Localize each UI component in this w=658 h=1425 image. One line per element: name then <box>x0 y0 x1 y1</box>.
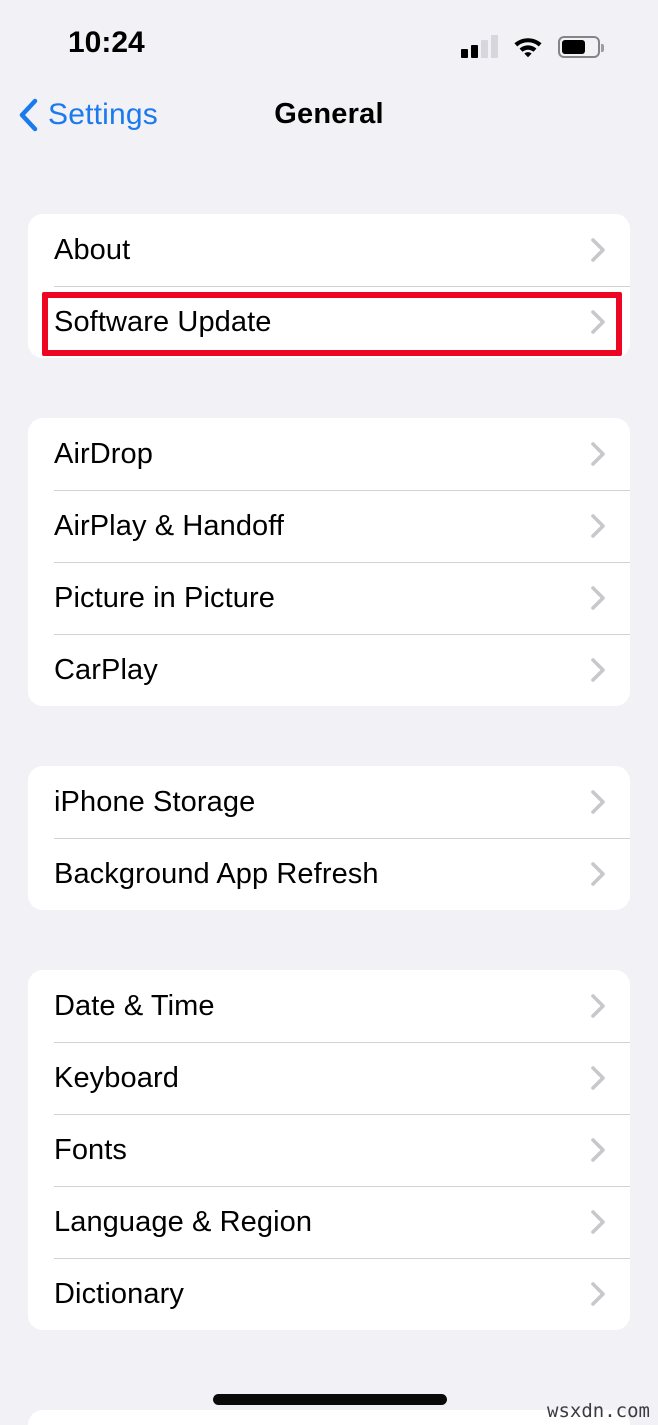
settings-row-about[interactable]: About <box>28 214 630 286</box>
wifi-icon <box>512 34 544 58</box>
settings-row-airdrop[interactable]: AirDrop <box>28 418 630 490</box>
status-bar-time: 10:24 <box>68 26 145 59</box>
settings-row-background-app-refresh[interactable]: Background App Refresh <box>28 838 630 910</box>
settings-group-storage: iPhone Storage Background App Refresh <box>28 766 630 910</box>
row-label: CarPlay <box>54 653 158 686</box>
row-label: Fonts <box>54 1133 128 1166</box>
chevron-right-icon <box>591 862 605 886</box>
iphone-settings-screen: 10:24 Settings General About Software Up… <box>0 0 658 1425</box>
settings-row-dictionary[interactable]: Dictionary <box>28 1258 630 1330</box>
row-label: AirPlay & Handoff <box>54 509 285 542</box>
settings-row-iphone-storage[interactable]: iPhone Storage <box>28 766 630 838</box>
settings-row-airplay-handoff[interactable]: AirPlay & Handoff <box>28 490 630 562</box>
row-label: Background App Refresh <box>54 857 379 890</box>
row-label: iPhone Storage <box>54 785 256 818</box>
settings-group-localization: Date & Time Keyboard Fonts Language & Re… <box>28 970 630 1330</box>
chevron-right-icon <box>591 586 605 610</box>
row-label: Dictionary <box>54 1277 184 1310</box>
settings-row-date-time[interactable]: Date & Time <box>28 970 630 1042</box>
row-label: Picture in Picture <box>54 581 275 614</box>
page-title: General <box>274 98 384 130</box>
chevron-right-icon <box>591 1066 605 1090</box>
chevron-right-icon <box>591 442 605 466</box>
chevron-right-icon <box>591 658 605 682</box>
row-label: AirDrop <box>54 437 153 470</box>
chevron-right-icon <box>591 310 605 334</box>
chevron-right-icon <box>591 1138 605 1162</box>
status-bar: 10:24 <box>0 0 658 78</box>
settings-group-connectivity: AirDrop AirPlay & Handoff Picture in Pic… <box>28 418 630 706</box>
settings-row-carplay[interactable]: CarPlay <box>28 634 630 706</box>
settings-list: About Software Update AirDrop AirPlay & … <box>0 214 658 1330</box>
row-label: Software Update <box>54 305 272 338</box>
chevron-right-icon <box>591 790 605 814</box>
settings-row-keyboard[interactable]: Keyboard <box>28 1042 630 1114</box>
battery-icon <box>558 36 604 58</box>
chevron-right-icon <box>591 1210 605 1234</box>
settings-group-system: About Software Update <box>28 214 630 358</box>
settings-row-fonts[interactable]: Fonts <box>28 1114 630 1186</box>
chevron-right-icon <box>591 1282 605 1306</box>
settings-row-picture-in-picture[interactable]: Picture in Picture <box>28 562 630 634</box>
settings-row-language-region[interactable]: Language & Region <box>28 1186 630 1258</box>
chevron-right-icon <box>591 238 605 262</box>
chevron-right-icon <box>591 994 605 1018</box>
row-label: Language & Region <box>54 1205 313 1238</box>
navigation-bar: Settings General <box>0 90 658 152</box>
chevron-right-icon <box>591 514 605 538</box>
row-label: About <box>54 233 131 266</box>
watermark: wsxdn.com <box>547 1400 650 1422</box>
row-label: Date & Time <box>54 989 215 1022</box>
settings-row-software-update[interactable]: Software Update <box>28 286 630 358</box>
row-label: Keyboard <box>54 1061 179 1094</box>
home-indicator[interactable] <box>213 1394 447 1405</box>
status-bar-icons <box>461 30 604 58</box>
cellular-signal-icon <box>461 34 498 58</box>
partial-settings-card <box>28 1410 630 1425</box>
